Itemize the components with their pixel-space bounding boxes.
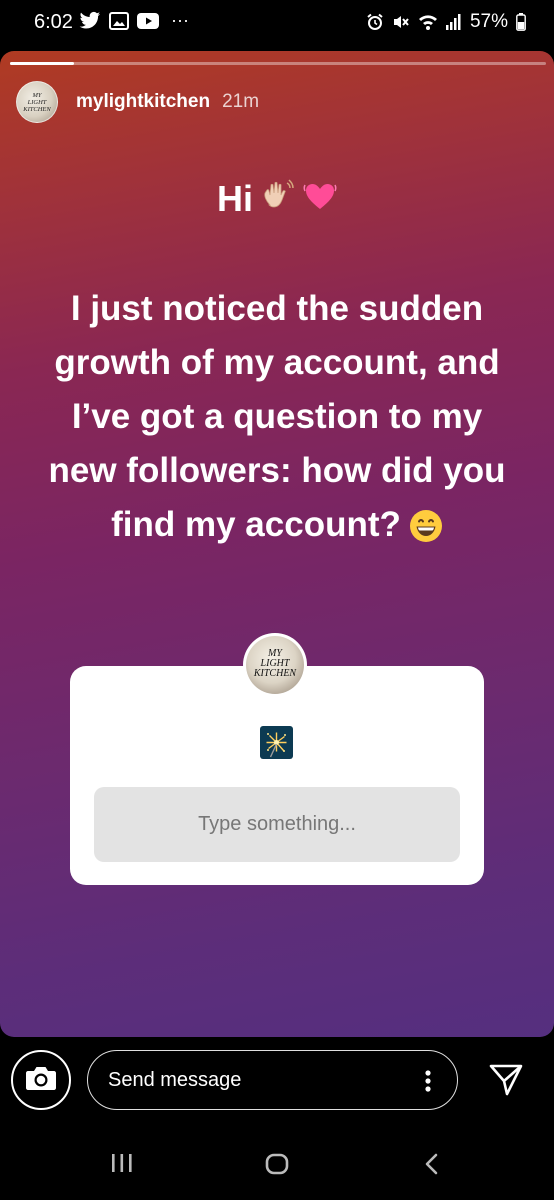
wifi-icon bbox=[418, 13, 438, 31]
home-icon[interactable] bbox=[265, 1153, 289, 1180]
alarm-icon bbox=[366, 13, 384, 31]
more-notifications-icon: ··· bbox=[171, 10, 189, 30]
greeting-line: Hi bbox=[0, 177, 554, 220]
back-icon[interactable] bbox=[424, 1153, 440, 1180]
gallery-icon bbox=[109, 11, 129, 30]
grinning-face-icon bbox=[409, 505, 443, 559]
story-progress-bar bbox=[10, 62, 546, 65]
question-answer-input[interactable] bbox=[94, 787, 460, 862]
sticker-avatar: MY LIGHT KITCHEN bbox=[243, 633, 307, 697]
story-card[interactable]: MY LIGHT KITCHEN mylightkitchen 21m Hi I… bbox=[0, 51, 554, 1037]
story-message: I just noticed the sudden growth of my a… bbox=[40, 282, 514, 559]
story-progress-fill bbox=[10, 62, 75, 65]
camera-icon bbox=[25, 1065, 57, 1096]
recent-apps-icon[interactable] bbox=[111, 1153, 133, 1178]
question-sticker[interactable]: MY LIGHT KITCHEN bbox=[70, 633, 484, 885]
battery-percent: 57% bbox=[469, 11, 508, 32]
more-vertical-icon[interactable] bbox=[423, 1068, 433, 1094]
story-time-ago: 21m bbox=[222, 91, 260, 112]
status-left-icons: ··· bbox=[79, 10, 189, 31]
instagram-story-screen: 6:02 ··· 57% MY LIGHT KITCHEN mylightkit… bbox=[0, 0, 554, 1200]
signal-icon bbox=[445, 14, 462, 30]
sparkler-icon bbox=[260, 726, 293, 759]
send-message-placeholder: Send message bbox=[108, 1069, 242, 1091]
camera-button[interactable] bbox=[11, 1050, 71, 1110]
status-bar: 6:02 ··· 57% bbox=[0, 0, 554, 44]
youtube-icon bbox=[137, 12, 159, 29]
story-header[interactable]: MY LIGHT KITCHEN mylightkitchen 21m bbox=[16, 81, 259, 123]
mute-icon bbox=[392, 13, 410, 31]
greeting-text: Hi bbox=[217, 177, 253, 219]
send-message-field[interactable]: Send message bbox=[87, 1050, 458, 1110]
avatar-logo-text: MY LIGHT KITCHEN bbox=[23, 92, 51, 113]
status-time: 6:02 bbox=[34, 11, 73, 33]
sticker-avatar-logo-text: MY LIGHT KITCHEN bbox=[253, 648, 297, 679]
reply-bar: Send message bbox=[0, 1037, 554, 1123]
user-avatar[interactable]: MY LIGHT KITCHEN bbox=[16, 81, 58, 123]
navigation-bar bbox=[0, 1123, 554, 1200]
send-icon[interactable] bbox=[488, 1063, 524, 1102]
heart-icon bbox=[303, 178, 337, 220]
username[interactable]: mylightkitchen bbox=[76, 91, 210, 113]
waving-hand-icon bbox=[261, 177, 295, 220]
battery-icon bbox=[516, 13, 526, 31]
twitter-icon bbox=[79, 11, 101, 31]
status-right-icons: 57% bbox=[366, 11, 526, 33]
